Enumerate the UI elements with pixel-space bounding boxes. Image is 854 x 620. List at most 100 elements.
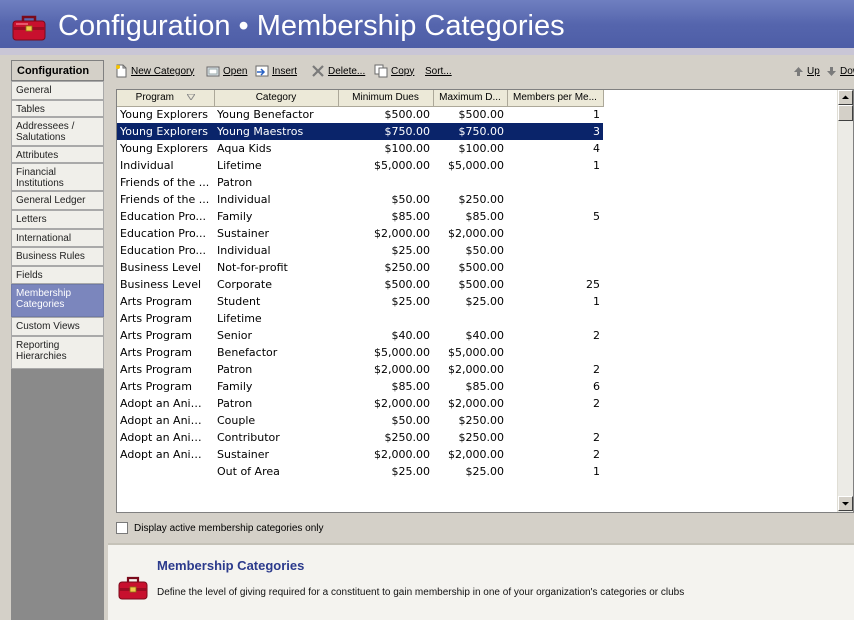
table-cell bbox=[433, 310, 507, 327]
table-row[interactable]: Adopt an Animal Patron $2,000.00 $2,000.00 2 bbox=[117, 395, 603, 412]
categories-table: Program Category Minimum Dues Maximum D.… bbox=[117, 90, 604, 480]
table-cell: Friends of the ... bbox=[120, 176, 210, 189]
table-cell: Not-for-profit bbox=[217, 261, 288, 274]
table-cell: Arts Program bbox=[120, 380, 192, 393]
table-cell: $250.00 bbox=[458, 431, 505, 444]
sidebar-item-general-ledger[interactable]: General Ledger bbox=[11, 191, 104, 210]
table-row[interactable]: Arts Program Student $25.00 $25.00 1 bbox=[117, 293, 603, 310]
table-cell: Education Pro... bbox=[120, 210, 207, 223]
table-cell: $500.00 bbox=[458, 261, 505, 274]
table-cell: $85.00 bbox=[465, 210, 505, 223]
table-row[interactable]: Arts Program Benefactor $5,000.00 $5,000.00 bbox=[117, 344, 603, 361]
table-cell: Lifetime bbox=[217, 312, 262, 325]
table-cell: $25.00 bbox=[391, 244, 431, 257]
table-row[interactable]: Arts Program Family $85.00 $85.00 6 bbox=[117, 378, 603, 395]
column-header-members-per-membership[interactable]: Members per Me... bbox=[507, 90, 604, 107]
table-cell: Sustainer bbox=[217, 448, 270, 461]
table-cell: $100.00 bbox=[384, 142, 431, 155]
table-cell bbox=[338, 174, 433, 191]
sidebar-item-attributes[interactable]: Attributes bbox=[11, 146, 104, 163]
table-row[interactable]: Arts Program Senior $40.00 $40.00 2 bbox=[117, 327, 603, 344]
move-up-button[interactable]: Up bbox=[793, 63, 820, 79]
table-row[interactable]: Friends of the ... Individual $50.00 $250.0… bbox=[117, 191, 603, 208]
table-row[interactable]: Young Explorers Young Benefactor $500.00 $5… bbox=[117, 106, 603, 123]
sidebar-item-membership-categories[interactable]: Membership Categories bbox=[11, 284, 104, 317]
table-row[interactable]: Friends of the ... Patron bbox=[117, 174, 603, 191]
copy-button[interactable]: Copy bbox=[374, 63, 414, 79]
table-cell: Family bbox=[217, 210, 253, 223]
table-cell: Aqua Kids bbox=[217, 142, 272, 155]
table-row[interactable]: Arts Program Patron $2,000.00 $2,000.00 2 bbox=[117, 361, 603, 378]
table-row[interactable]: Arts Program Lifetime bbox=[117, 310, 603, 327]
table-cell: $25.00 bbox=[465, 465, 505, 478]
table-cell: Corporate bbox=[217, 278, 272, 291]
table-cell: $5,000.00 bbox=[374, 159, 430, 172]
table-cell: $50.00 bbox=[465, 244, 505, 257]
table-row[interactable]: Education Pro... Sustainer $2,000.00 $2,000… bbox=[117, 225, 603, 242]
sidebar-item-custom-views[interactable]: Custom Views bbox=[11, 317, 104, 336]
sidebar-item-fields[interactable]: Fields bbox=[11, 266, 104, 284]
column-header-minimum-dues[interactable]: Minimum Dues bbox=[338, 90, 434, 107]
table-row[interactable]: Adopt an Animal Sustainer $2,000.00 $2,000.… bbox=[117, 446, 603, 463]
table-row[interactable]: Education Pro... Family $85.00 $85.00 5 bbox=[117, 208, 603, 225]
table-cell: Patron bbox=[217, 363, 253, 376]
table-cell: Adopt an Animal bbox=[120, 414, 212, 427]
toolbox-icon bbox=[12, 15, 46, 41]
table-cell: $25.00 bbox=[391, 295, 431, 308]
table-row[interactable]: Adopt an Animal Couple $50.00 $250.00 bbox=[117, 412, 603, 429]
column-header-category[interactable]: Category bbox=[214, 90, 339, 107]
table-cell: 1 bbox=[593, 465, 600, 478]
column-header-program[interactable]: Program bbox=[117, 90, 215, 107]
sidebar-item-international[interactable]: International bbox=[11, 229, 104, 247]
table-cell: 4 bbox=[593, 142, 600, 155]
table-row[interactable]: Young Explorers Aqua Kids $100.00 $100.00 4 bbox=[117, 140, 603, 157]
table-row[interactable]: Business Level Corporate $500.00 $500.00 25 bbox=[117, 276, 603, 293]
sidebar-item-addressees-salutations[interactable]: Addressees / Salutations bbox=[11, 117, 104, 146]
table-cell: $750.00 bbox=[338, 123, 433, 140]
column-header-maximum-dues[interactable]: Maximum D... bbox=[433, 90, 508, 107]
table-cell: 2 bbox=[593, 431, 600, 444]
scroll-down-button[interactable] bbox=[838, 496, 853, 511]
sidebar-item-reporting-hierarchies[interactable]: Reporting Hierarchies bbox=[11, 336, 104, 369]
table-cell: $500.00 bbox=[384, 108, 431, 122]
table-row[interactable]: Out of Area $25.00 $25.00 1 bbox=[117, 463, 603, 480]
sidebar-item-business-rules[interactable]: Business Rules bbox=[11, 247, 104, 266]
active-only-checkbox[interactable] bbox=[116, 522, 128, 534]
new-category-button[interactable]: New Category bbox=[114, 63, 194, 79]
table-cell: Young Explorers bbox=[117, 123, 214, 140]
table-row[interactable]: Individual Lifetime $5,000.00 $5,000.00 1 bbox=[117, 157, 603, 174]
table-row[interactable]: Education Pro... Individual $25.00 $50.00 bbox=[117, 242, 603, 259]
sidebar-item-financial-institutions[interactable]: Financial Institutions bbox=[11, 163, 104, 191]
open-button[interactable]: Open bbox=[206, 63, 247, 79]
sidebar-item-general[interactable]: General bbox=[11, 81, 104, 100]
table-row[interactable]: Young Explorers Young Maestros $750.00 $750… bbox=[117, 123, 603, 140]
table-cell: Contributor bbox=[217, 431, 280, 444]
move-down-button[interactable]: Down bbox=[826, 63, 854, 79]
table-cell: Young Explorers bbox=[120, 142, 208, 155]
membership-categories-grid[interactable]: Program Category Minimum Dues Maximum D.… bbox=[116, 89, 854, 513]
sort-button[interactable]: Sort... bbox=[425, 63, 452, 79]
delete-button[interactable]: Delete... bbox=[311, 63, 365, 79]
table-cell: $25.00 bbox=[465, 295, 505, 308]
insert-label: Insert bbox=[272, 65, 298, 77]
table-cell: $250.00 bbox=[458, 193, 505, 206]
new-category-label: New Category bbox=[131, 65, 195, 77]
page-title: Configuration • Membership Categories bbox=[58, 10, 565, 42]
scroll-thumb[interactable] bbox=[838, 105, 853, 121]
sidebar-item-letters[interactable]: Letters bbox=[11, 210, 104, 229]
up-arrow-icon bbox=[794, 66, 803, 76]
sidebar-item-tables[interactable]: Tables bbox=[11, 100, 104, 117]
config-sidebar: Configuration General Tables Addressees / … bbox=[11, 60, 104, 620]
table-row[interactable]: Adopt an Animal Contributor $250.00 $250.00… bbox=[117, 429, 603, 446]
up-label: Up bbox=[807, 65, 820, 77]
scroll-up-button[interactable] bbox=[838, 90, 853, 105]
header-divider bbox=[0, 48, 854, 55]
table-cell: Patron bbox=[217, 397, 253, 410]
table-cell: Arts Program bbox=[120, 363, 192, 376]
vertical-scrollbar[interactable] bbox=[837, 90, 853, 512]
open-label: Open bbox=[223, 65, 248, 77]
insert-button[interactable]: Insert bbox=[255, 63, 297, 79]
table-row[interactable]: Business Level Not-for-profit $250.00 $500.… bbox=[117, 259, 603, 276]
table-cell bbox=[507, 310, 603, 327]
active-only-filter[interactable]: Display active membership categories onl… bbox=[116, 520, 324, 536]
